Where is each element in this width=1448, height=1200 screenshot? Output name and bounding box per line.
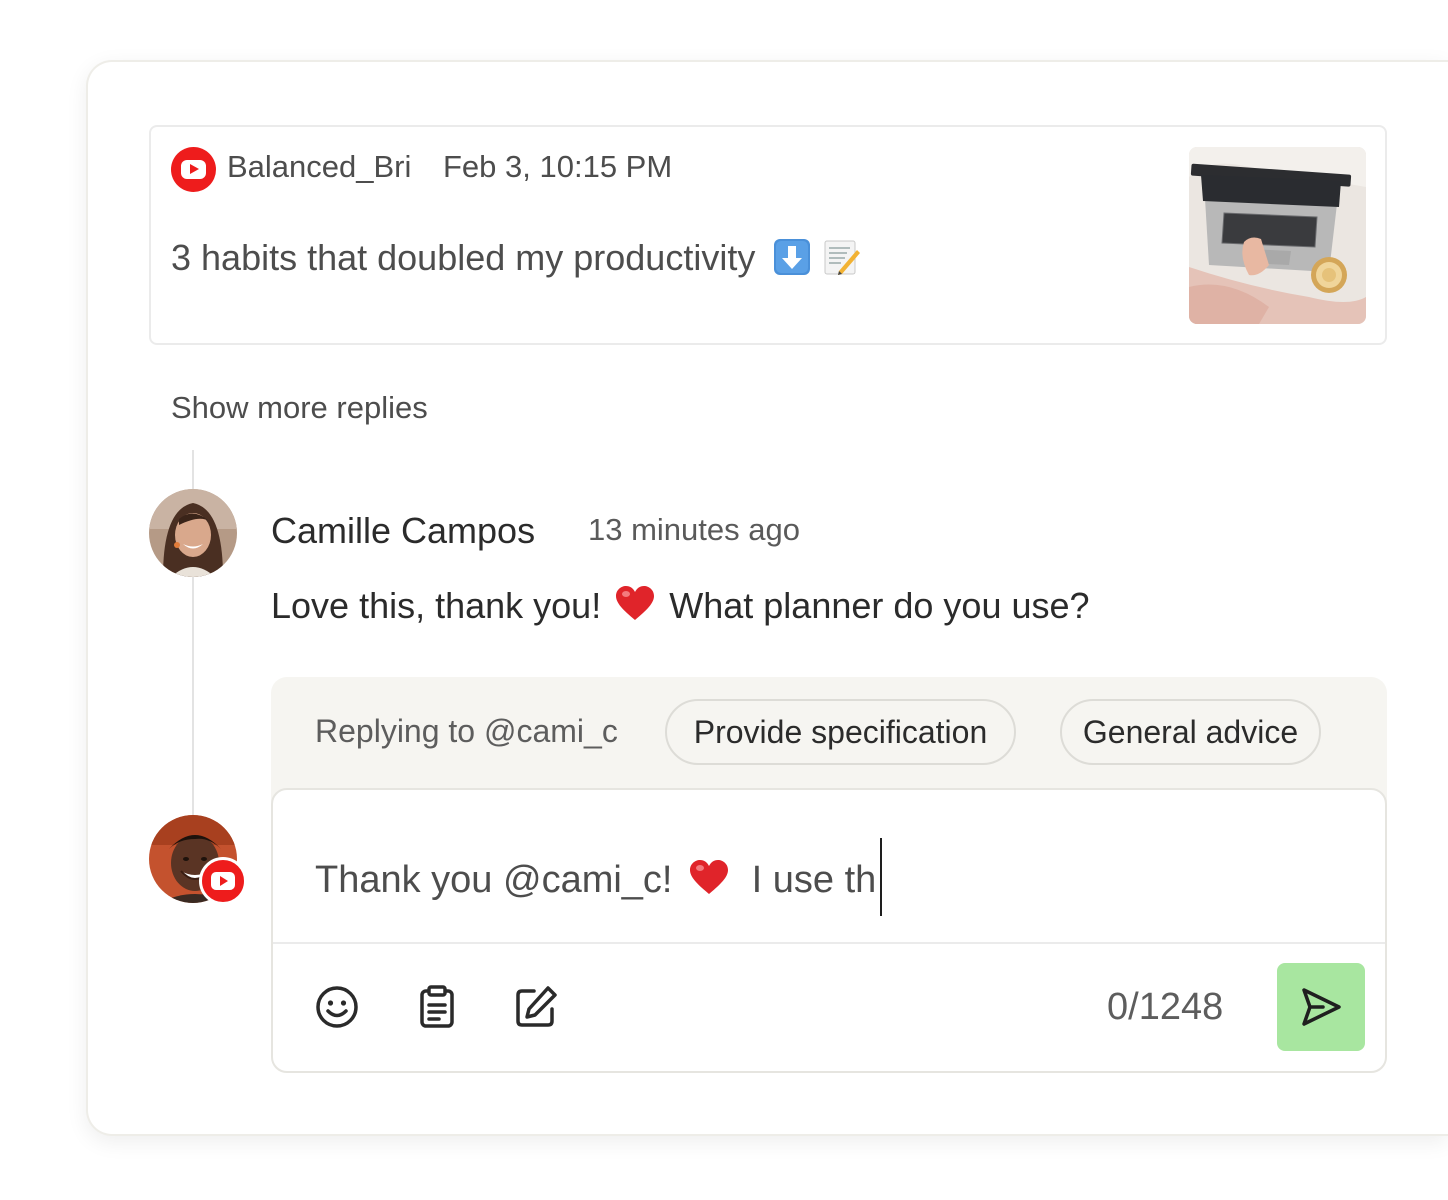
reply-input-text-start: Thank you @cami_c! xyxy=(315,859,673,901)
commenter-name: Camille Campos xyxy=(271,510,536,551)
show-more-replies-link[interactable]: Show more replies xyxy=(171,390,428,426)
edit-icon[interactable] xyxy=(514,985,558,1029)
send-button[interactable] xyxy=(1277,963,1365,1051)
comment-text: Love this, thank you! What planner do yo… xyxy=(271,585,1090,627)
comment-text-end: What planner do you use? xyxy=(669,585,1090,626)
post-author: Balanced_Bri xyxy=(227,149,412,184)
text-caret xyxy=(880,838,883,916)
replying-to-label: Replying to @cami_c xyxy=(315,713,618,749)
memo-emoji-icon xyxy=(824,240,861,275)
suggestion-chip-provide-specification[interactable]: Provide specification xyxy=(665,699,1016,765)
down-arrow-emoji-icon xyxy=(774,239,811,275)
youtube-icon xyxy=(171,147,216,192)
reply-input[interactable]: Thank you @cami_c! I use th xyxy=(315,838,883,916)
post-date: Feb 3, 10:15 PM xyxy=(443,149,673,184)
suggestion-chip-general-advice[interactable]: General advice xyxy=(1060,699,1321,765)
original-post[interactable]: Balanced_Bri Feb 3, 10:15 PM 3 habits th… xyxy=(149,125,1387,345)
post-text-content: 3 habits that doubled my productivity xyxy=(171,237,756,278)
composer-divider xyxy=(273,942,1385,944)
red-heart-emoji-icon xyxy=(690,860,729,894)
reply-input-text-end: I use th xyxy=(751,859,877,901)
red-heart-emoji-icon xyxy=(616,586,655,620)
send-icon xyxy=(1302,988,1341,1026)
youtube-badge-icon xyxy=(199,857,247,905)
emoji-picker-icon[interactable] xyxy=(315,985,359,1029)
commenter-avatar[interactable] xyxy=(149,489,237,577)
post-thumbnail xyxy=(1189,147,1366,324)
clipboard-icon[interactable] xyxy=(415,985,459,1029)
character-count: 0/1248 xyxy=(1107,986,1224,1028)
comment-text-start: Love this, thank you! xyxy=(271,585,602,626)
reply-composer: Thank you @cami_c! I use th 0/1248 xyxy=(271,788,1387,1073)
post-text: 3 habits that doubled my productivity xyxy=(171,237,861,279)
comment-timestamp: 13 minutes ago xyxy=(588,512,800,547)
